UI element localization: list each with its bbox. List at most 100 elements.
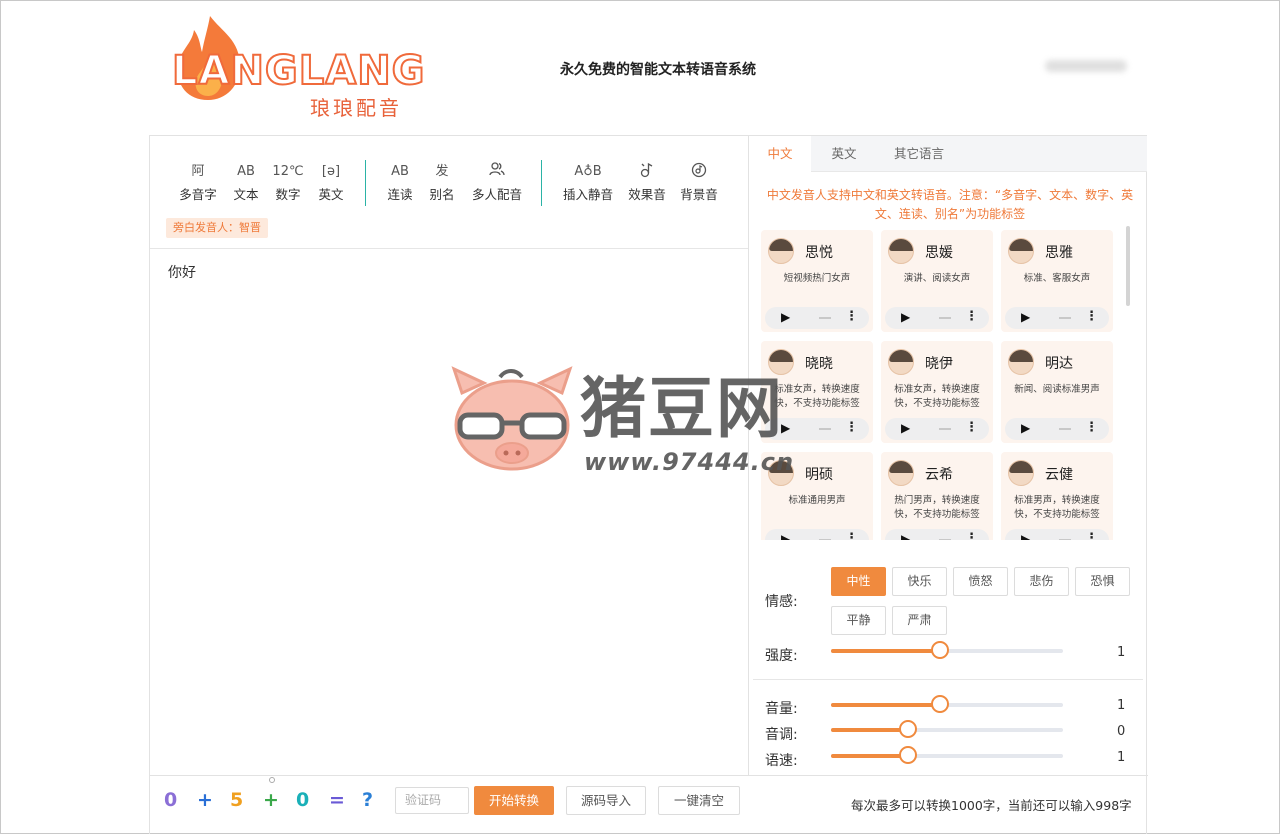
intensity-slider[interactable] <box>831 641 1063 659</box>
volume-label: 音量: <box>765 701 798 717</box>
voice-card[interactable]: 云健 标准男声，转换速度快，不支持功能标签 ▶ ⋮ <box>1001 452 1113 540</box>
tool-effect-sound[interactable]: 效果音 <box>620 162 674 203</box>
play-icon[interactable]: ▶ <box>781 532 790 540</box>
voice-name: 明达 <box>1045 356 1073 372</box>
captcha-image: 5 <box>230 789 244 811</box>
more-icon[interactable]: ⋮ <box>965 531 978 540</box>
emotion-angry-button[interactable]: 愤怒 <box>953 567 1008 596</box>
emotion-calm-button[interactable]: 平静 <box>831 606 886 635</box>
play-icon[interactable]: ▶ <box>901 532 910 540</box>
voice-card[interactable]: 思媛 演讲、阅读女声 ▶ ⋮ <box>881 230 993 332</box>
pig-logo-icon <box>451 366 573 471</box>
tab-chinese[interactable]: 中文 <box>749 136 811 173</box>
voice-name: 思媛 <box>925 245 953 261</box>
tool-polyphone[interactable]: 阿 多音字 <box>171 162 225 203</box>
tool-alias[interactable]: 发 别名 <box>415 162 469 203</box>
audio-player: ▶ ⋮ <box>1005 418 1109 440</box>
emotion-label: 情感: <box>765 594 798 610</box>
site-logo[interactable]: LANGLANG 琅琅配音 <box>168 14 433 120</box>
tab-english[interactable]: 英文 <box>813 136 875 172</box>
pitch-slider[interactable] <box>831 720 1063 738</box>
play-icon[interactable]: ▶ <box>1021 421 1030 435</box>
alias-icon: 发 <box>435 164 449 179</box>
voice-grid: 思悦 短视频热门女声 ▶ ⋮ 思媛 演讲、阅读女声 ▶ ⋮ 思雅 标准、客服女声 ▶… <box>761 230 1117 540</box>
logo-subtitle: 琅琅配音 <box>310 96 402 120</box>
slider-fill <box>831 754 908 758</box>
import-source-button[interactable]: 源码导入 <box>566 786 646 815</box>
user-account-blurred[interactable] <box>1045 60 1127 72</box>
start-convert-button[interactable]: 开始转换 <box>474 786 554 815</box>
voice-description: 标准通用男声 <box>788 495 846 506</box>
captcha-image: ? <box>362 789 374 811</box>
audio-player: ▶ ⋮ <box>765 307 869 329</box>
tool-english[interactable]: [ə] 英文 <box>304 162 358 203</box>
slider-handle[interactable] <box>898 720 917 738</box>
voice-list-scrollbar[interactable] <box>1126 226 1130 306</box>
logo-text: LANGLANG <box>171 47 426 95</box>
speed-slider[interactable] <box>831 746 1063 764</box>
progress-bar <box>1059 428 1071 430</box>
play-icon[interactable]: ▶ <box>901 421 910 435</box>
more-icon[interactable]: ⋮ <box>1085 420 1098 435</box>
captcha-image: = <box>329 789 345 811</box>
site-title: 永久免费的智能文本转语音系统 <box>560 62 756 78</box>
audio-player: ▶ ⋮ <box>1005 307 1109 329</box>
slider-handle[interactable] <box>931 641 950 659</box>
emotion-sad-button[interactable]: 悲伤 <box>1014 567 1069 596</box>
play-icon[interactable]: ▶ <box>901 310 910 324</box>
voice-name: 云健 <box>1045 467 1073 483</box>
voice-card[interactable]: 明达 新闻、阅读标准男声 ▶ ⋮ <box>1001 341 1113 443</box>
more-icon[interactable]: ⋮ <box>845 309 858 324</box>
narrator-badge[interactable]: 旁白发音人：智晋 <box>166 218 268 238</box>
slider-fill <box>831 728 908 732</box>
more-icon[interactable]: ⋮ <box>965 309 978 324</box>
slider-handle[interactable] <box>898 746 917 764</box>
bottom-bar: 0 + 5 + 0 = ? 验证码 开始转换 源码导入 一键清空 每次最多可以转… <box>150 775 1148 834</box>
captcha-input[interactable]: 验证码 <box>395 787 469 814</box>
people-icon <box>469 162 525 182</box>
more-icon[interactable]: ⋮ <box>1085 531 1098 540</box>
emotion-happy-button[interactable]: 快乐 <box>892 567 947 596</box>
editor-content[interactable]: 你好 <box>168 262 196 282</box>
avatar <box>1008 460 1034 486</box>
audio-player: ▶ ⋮ <box>885 418 989 440</box>
volume-slider[interactable] <box>831 695 1063 713</box>
tool-insert-silence[interactable]: A♁B 插入静音 <box>559 162 617 203</box>
more-icon[interactable]: ⋮ <box>845 420 858 435</box>
divider <box>753 679 1143 680</box>
voice-card[interactable]: 思悦 短视频热门女声 ▶ ⋮ <box>761 230 873 332</box>
tab-other-languages[interactable]: 其它语言 <box>879 136 959 172</box>
emotion-neutral-button[interactable]: 中性 <box>831 567 886 596</box>
more-icon[interactable]: ⋮ <box>965 420 978 435</box>
tool-background-music[interactable]: 背景音 <box>672 162 726 203</box>
play-icon[interactable]: ▶ <box>1021 532 1030 540</box>
tool-label: 别名 <box>429 187 455 202</box>
slider-fill <box>831 649 941 653</box>
slider-handle[interactable] <box>931 695 950 713</box>
voice-description: 标准、客服女声 <box>1023 273 1091 284</box>
pitch-value: 0 <box>1117 724 1126 739</box>
audio-player: ▶ ⋮ <box>885 307 989 329</box>
tool-label: 英文 <box>318 187 344 202</box>
more-icon[interactable]: ⋮ <box>845 531 858 540</box>
play-icon[interactable]: ▶ <box>1021 310 1030 324</box>
voice-card[interactable]: 思雅 标准、客服女声 ▶ ⋮ <box>1001 230 1113 332</box>
more-icon[interactable]: ⋮ <box>1085 309 1098 324</box>
clear-all-button[interactable]: 一键清空 <box>658 786 740 815</box>
tool-label: 插入静音 <box>562 187 613 202</box>
tool-multi-voice[interactable]: 多人配音 <box>469 162 525 203</box>
voice-card[interactable]: 云希 热门男声，转换速度快，不支持功能标签 ▶ ⋮ <box>881 452 993 540</box>
voice-description: 标准男声，转换速度快，不支持功能标签 <box>1014 495 1100 520</box>
audio-player: ▶ ⋮ <box>885 529 989 540</box>
intensity-label: 强度: <box>765 648 798 664</box>
voice-name: 云希 <box>925 467 953 483</box>
text-editor[interactable]: 你好 <box>150 250 748 775</box>
voice-name: 晓伊 <box>925 356 953 372</box>
emotion-fear-button[interactable]: 恐惧 <box>1075 567 1130 596</box>
avatar <box>768 238 794 264</box>
emotion-serious-button[interactable]: 严肃 <box>892 606 947 635</box>
play-icon[interactable]: ▶ <box>781 310 790 324</box>
toolbar-divider <box>541 160 542 206</box>
progress-bar <box>819 539 831 540</box>
voice-card[interactable]: 晓伊 标准女声，转换速度快，不支持功能标签 ▶ ⋮ <box>881 341 993 443</box>
